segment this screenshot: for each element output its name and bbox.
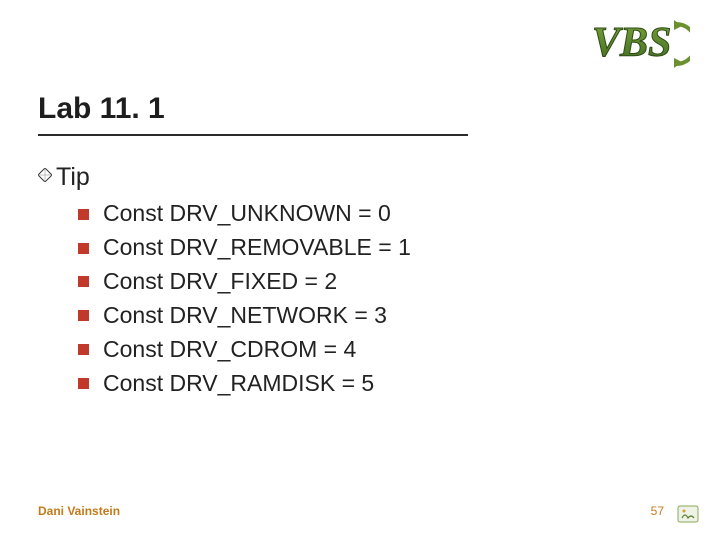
square-bullet-icon (78, 209, 89, 220)
slide: VBS Lab 11. 1 Tip Const DRV_UNKNO (0, 0, 720, 540)
list-item: Const DRV_FIXED = 2 (78, 267, 658, 297)
list-item-label: Const DRV_RAMDISK = 5 (103, 369, 374, 399)
list-item-label: Const DRV_CDROM = 4 (103, 335, 356, 365)
square-bullet-icon (78, 344, 89, 355)
content-area: Tip Const DRV_UNKNOWN = 0 Const DRV_REMO… (38, 162, 658, 403)
page-number: 57 (651, 504, 664, 518)
list-item: Const DRV_UNKNOWN = 0 (78, 199, 658, 229)
list-item-label: Const DRV_NETWORK = 3 (103, 301, 387, 331)
square-bullet-icon (78, 243, 89, 254)
title-underline (38, 134, 468, 136)
list-item-label: Const DRV_FIXED = 2 (103, 267, 337, 297)
slide-title: Lab 11. 1 (38, 92, 165, 126)
square-bullet-icon (78, 310, 89, 321)
list-item: Const DRV_REMOVABLE = 1 (78, 233, 658, 263)
list-item: Const DRV_NETWORK = 3 (78, 301, 658, 331)
constants-list: Const DRV_UNKNOWN = 0 Const DRV_REMOVABL… (78, 199, 658, 398)
footer-author: Dani Vainstein (38, 504, 120, 518)
tip-label: Tip (56, 162, 90, 193)
list-item-label: Const DRV_REMOVABLE = 1 (103, 233, 411, 263)
tip-row: Tip (38, 162, 658, 193)
square-bullet-icon (78, 378, 89, 389)
svg-text:VBS: VBS (592, 20, 671, 66)
list-item: Const DRV_RAMDISK = 5 (78, 369, 658, 399)
vbs-logo: VBS (590, 16, 690, 72)
square-bullet-icon (78, 276, 89, 287)
footer-decoration-icon (676, 502, 700, 526)
list-item: Const DRV_CDROM = 4 (78, 335, 658, 365)
list-item-label: Const DRV_UNKNOWN = 0 (103, 199, 391, 229)
diamond-bullet-icon (38, 168, 56, 187)
